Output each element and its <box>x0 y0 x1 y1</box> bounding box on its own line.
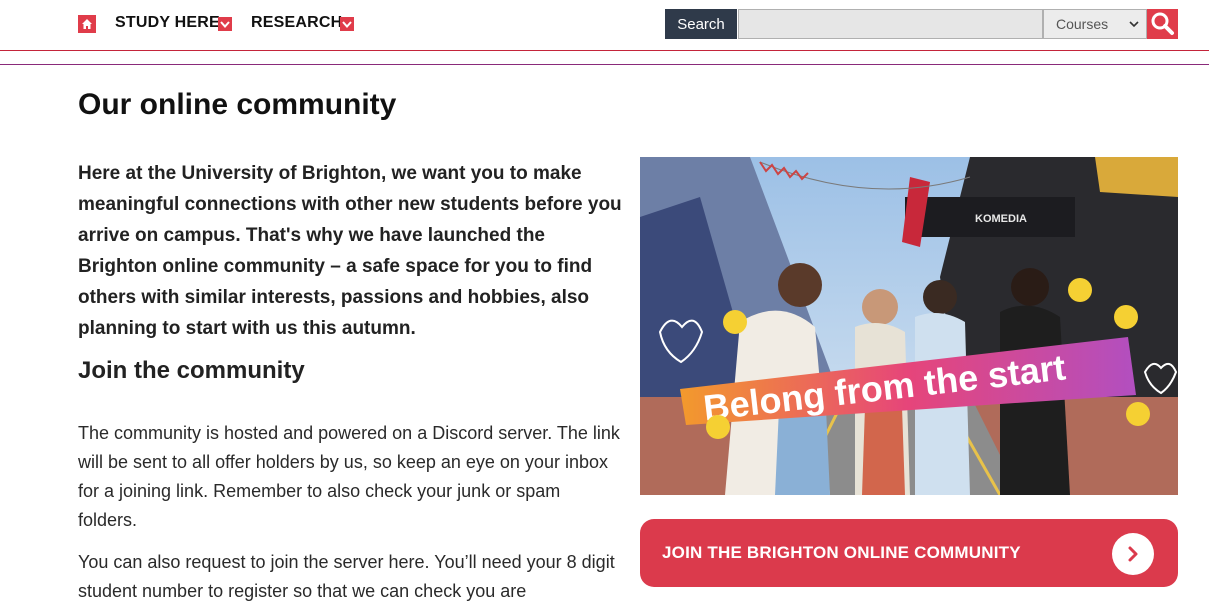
chevron-down-icon[interactable] <box>218 17 232 31</box>
header-divider <box>0 64 1209 65</box>
emoji-icon <box>1126 402 1150 426</box>
body-paragraph: You can also request to join the server … <box>78 552 615 601</box>
search-icon <box>1151 12 1174 35</box>
page-title: Our online community <box>78 88 397 121</box>
chevron-down-icon[interactable] <box>340 17 354 31</box>
hero-image: KOMEDIA Belong from the start <box>640 157 1178 495</box>
search-label: Search <box>665 9 737 39</box>
top-navigation: STUDY HERE RESEARCH Search Courses <box>0 0 1209 50</box>
section-heading: Join the community <box>78 357 305 384</box>
intro-paragraph: Here at the University of Brighton, we w… <box>78 163 622 339</box>
search-input[interactable] <box>738 9 1043 39</box>
search-scope-value: Courses <box>1056 16 1109 32</box>
nav-study-here[interactable]: STUDY HERE <box>115 14 220 32</box>
search-scope-select[interactable]: Courses <box>1043 9 1147 39</box>
join-community-button[interactable]: JOIN THE BRIGHTON ONLINE COMMUNITY <box>640 519 1178 587</box>
search-button[interactable] <box>1147 9 1178 39</box>
emoji-icon <box>706 415 730 439</box>
shop-sign: KOMEDIA <box>975 213 1027 225</box>
nav-research[interactable]: RESEARCH <box>251 14 342 32</box>
join-community-label: JOIN THE BRIGHTON ONLINE COMMUNITY <box>662 543 1021 562</box>
emoji-icon <box>1068 278 1092 302</box>
chevron-right-icon <box>1112 533 1154 575</box>
body-paragraph: The community is hosted and powered on a… <box>78 423 620 530</box>
emoji-icon <box>723 310 747 334</box>
chevron-down-icon <box>1129 21 1139 28</box>
emoji-icon <box>1114 305 1138 329</box>
home-icon[interactable] <box>78 15 96 33</box>
header-divider <box>0 50 1209 51</box>
